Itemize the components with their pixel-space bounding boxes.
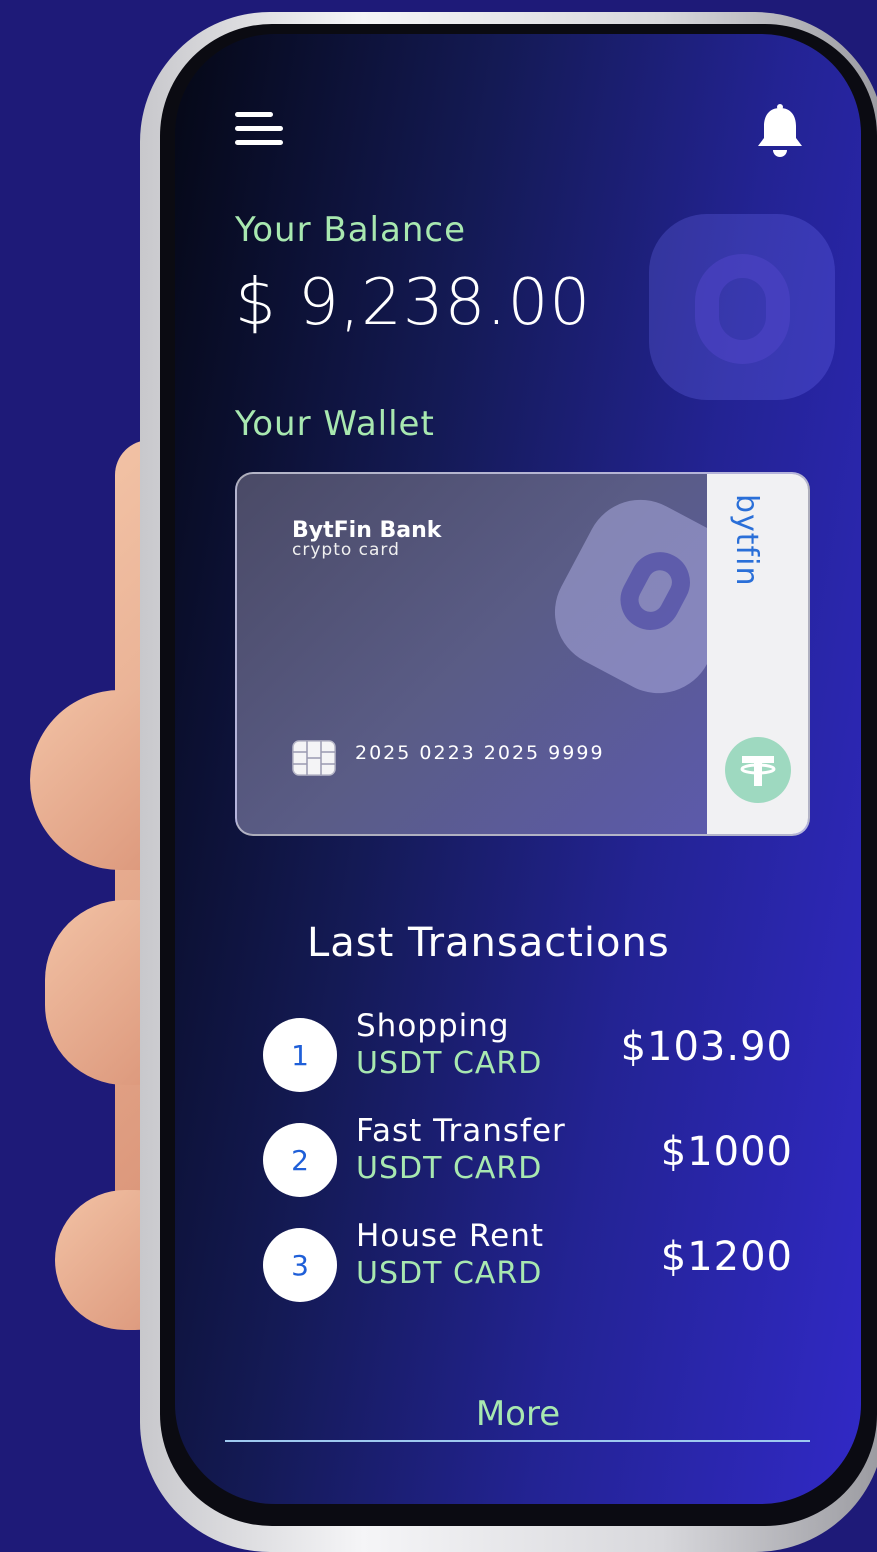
more-link[interactable]: More bbox=[175, 1394, 861, 1434]
hamburger-menu-icon[interactable] bbox=[235, 112, 283, 148]
transaction-method: USDT CARD bbox=[356, 1046, 543, 1081]
card-brand-text: bytfin bbox=[729, 494, 764, 587]
bytfin-logo-watermark bbox=[649, 214, 835, 400]
transaction-amount: $1200 bbox=[660, 1234, 793, 1280]
card-type: crypto card bbox=[292, 540, 400, 560]
divider bbox=[225, 1440, 810, 1442]
phone-screen: Your Balance $ 9,238.00 Your Wallet BytF… bbox=[175, 34, 861, 1504]
transaction-method: USDT CARD bbox=[356, 1151, 543, 1186]
tether-icon bbox=[725, 737, 791, 803]
transactions-title: Last Transactions bbox=[307, 920, 670, 966]
transaction-index-badge: 1 bbox=[263, 1018, 337, 1092]
transaction-index-badge: 3 bbox=[263, 1228, 337, 1302]
transaction-amount: $1000 bbox=[660, 1129, 793, 1175]
wallet-label: Your Wallet bbox=[235, 404, 435, 444]
card-number: 2025 0223 2025 9999 bbox=[355, 742, 605, 764]
bell-icon[interactable] bbox=[755, 104, 805, 158]
transaction-name: Fast Transfer bbox=[356, 1113, 566, 1149]
transaction-index-badge: 2 bbox=[263, 1123, 337, 1197]
sim-chip-icon bbox=[292, 740, 336, 776]
crypto-card[interactable]: BytFin Bank crypto card 2025 0223 2025 9… bbox=[235, 472, 810, 836]
transaction-row[interactable]: 3 House Rent USDT CARD $1200 bbox=[263, 1218, 793, 1304]
balance-label: Your Balance bbox=[235, 210, 466, 250]
transaction-method: USDT CARD bbox=[356, 1256, 543, 1291]
transaction-name: Shopping bbox=[356, 1008, 510, 1044]
transaction-name: House Rent bbox=[356, 1218, 545, 1254]
balance-value: $ 9,238.00 bbox=[235, 266, 592, 340]
transaction-amount: $103.90 bbox=[620, 1024, 793, 1070]
transaction-row[interactable]: 2 Fast Transfer USDT CARD $1000 bbox=[263, 1113, 793, 1199]
transaction-row[interactable]: 1 Shopping USDT CARD $103.90 bbox=[263, 1008, 793, 1094]
